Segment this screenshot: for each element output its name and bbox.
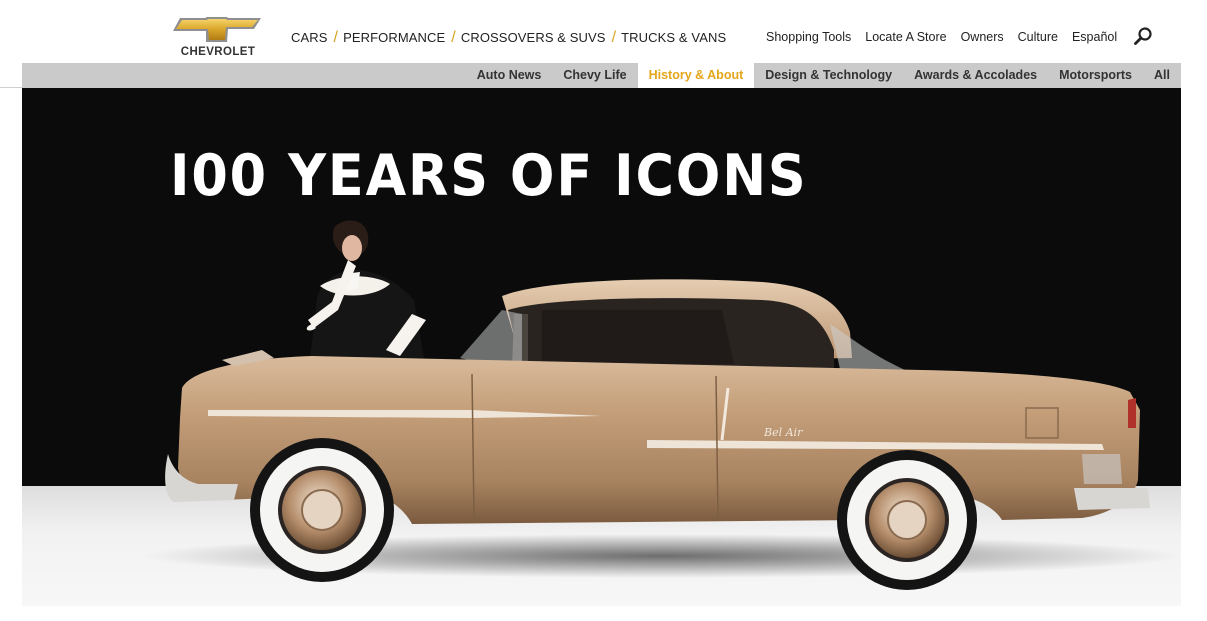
tab-chevy-life[interactable]: Chevy Life: [552, 63, 637, 88]
nav-culture[interactable]: Culture: [1018, 30, 1058, 44]
bel-air-script-badge: Bel Air: [763, 426, 803, 439]
primary-nav: CARS / PERFORMANCE / CROSSOVERS & SUVS /…: [291, 29, 726, 46]
nav-crossovers-suvs[interactable]: CROSSOVERS & SUVS: [461, 30, 606, 45]
hero-banner[interactable]: Bel Air I00 YEARS OF ICONS: [22, 88, 1181, 606]
tab-auto-news[interactable]: Auto News: [466, 63, 553, 88]
hero-title: I00 YEARS OF ICONS: [170, 143, 808, 209]
tab-design-technology[interactable]: Design & Technology: [754, 63, 903, 88]
nav-performance[interactable]: PERFORMANCE: [343, 30, 445, 45]
chevrolet-logo[interactable]: CHEVROLET: [172, 17, 264, 59]
nav-separator: /: [333, 29, 339, 46]
nav-separator: /: [611, 29, 617, 46]
utility-nav: Shopping Tools Locate A Store Owners Cul…: [766, 30, 1131, 44]
bowtie-icon: [173, 17, 261, 42]
tab-awards-accolades[interactable]: Awards & Accolades: [903, 63, 1048, 88]
woman-figure: [306, 220, 426, 360]
header-divider: [0, 87, 22, 88]
tab-all[interactable]: All: [1143, 63, 1181, 88]
nav-cars[interactable]: CARS: [291, 30, 328, 45]
nav-separator: /: [451, 29, 456, 46]
nav-shopping-tools[interactable]: Shopping Tools: [766, 30, 851, 44]
section-subnav: Auto News Chevy Life History & About Des…: [22, 63, 1181, 88]
nav-locate-a-store[interactable]: Locate A Store: [865, 30, 946, 44]
nav-espanol[interactable]: Español: [1072, 30, 1117, 44]
front-wheel: [250, 438, 394, 582]
tab-history-about[interactable]: History & About: [637, 63, 755, 88]
tab-motorsports[interactable]: Motorsports: [1048, 63, 1143, 88]
nav-owners[interactable]: Owners: [961, 30, 1004, 44]
rear-wheel: [837, 450, 977, 590]
search-icon[interactable]: [1133, 26, 1153, 46]
site-header: CHEVROLET CARS / PERFORMANCE / CROSSOVER…: [0, 0, 1207, 63]
nav-trucks-vans[interactable]: TRUCKS & VANS: [621, 30, 726, 45]
brand-wordmark: CHEVROLET: [180, 46, 256, 58]
